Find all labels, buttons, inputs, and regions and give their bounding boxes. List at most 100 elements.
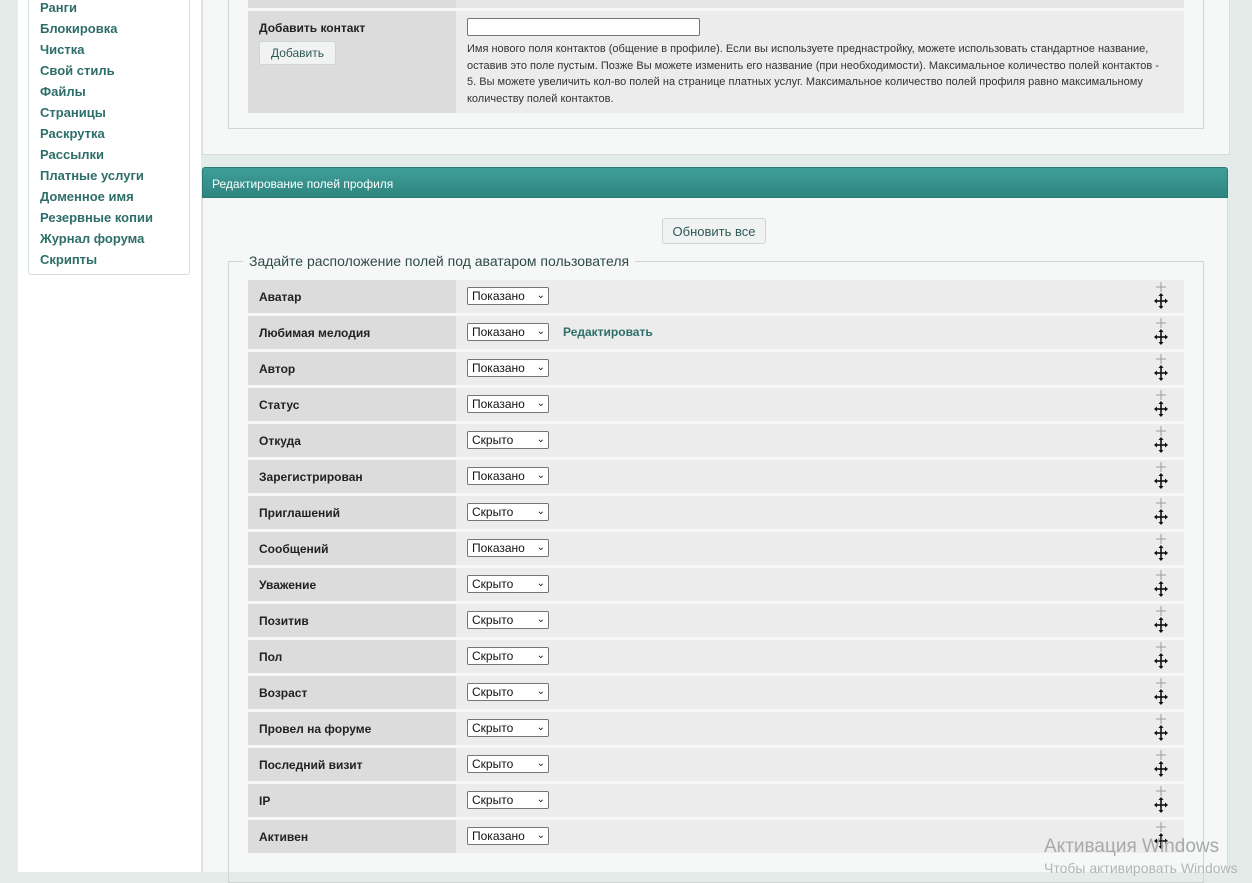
drag-handle-icon[interactable] [1154, 750, 1168, 778]
visibility-select-value: Скрыто [472, 649, 514, 663]
chevron-down-icon: ⌄ [536, 470, 545, 481]
drag-handle-icon[interactable] [1154, 426, 1168, 454]
visibility-select[interactable]: Скрыто ⌄ [467, 611, 549, 629]
profile-field-row: Возраст Скрыто ⌄ [248, 676, 1184, 709]
drag-handle-icon[interactable] [1154, 678, 1168, 706]
drag-handle-icon[interactable] [1154, 354, 1168, 382]
profile-field-label-cell: Приглашений [248, 496, 456, 529]
profile-field-row: Уважение Скрыто ⌄ [248, 568, 1184, 601]
sidebar-item[interactable]: Файлы [40, 84, 86, 99]
profile-field-name: Активен [259, 830, 309, 844]
sidebar-item[interactable]: Рассылки [40, 147, 104, 162]
visibility-select[interactable]: Скрыто ⌄ [467, 719, 549, 737]
profile-field-row: Провел на форуме Скрыто ⌄ [248, 712, 1184, 745]
visibility-select[interactable]: Показано ⌄ [467, 359, 549, 377]
profile-field-label-cell: Автор [248, 352, 456, 385]
visibility-select[interactable]: Скрыто ⌄ [467, 755, 549, 773]
profile-field-name: Откуда [259, 434, 301, 448]
profile-field-label-cell: Любимая мелодия [248, 316, 456, 349]
drag-handle-icon[interactable] [1154, 534, 1168, 562]
profile-field-label-cell: Откуда [248, 424, 456, 457]
sidebar-item[interactable]: Страницы [40, 105, 106, 120]
visibility-select[interactable]: Скрыто ⌄ [467, 431, 549, 449]
new-contact-input[interactable] [467, 18, 700, 36]
chevron-down-icon: ⌄ [536, 290, 545, 301]
drag-handle-icon[interactable] [1154, 390, 1168, 418]
drag-handle-icon[interactable] [1154, 714, 1168, 742]
profile-field-label-cell: Позитив [248, 604, 456, 637]
sidebar-item[interactable]: Скрипты [40, 252, 97, 267]
chevron-down-icon: ⌄ [536, 434, 545, 445]
visibility-select[interactable]: Показано ⌄ [467, 395, 549, 413]
drag-handle-icon[interactable] [1154, 498, 1168, 526]
chevron-down-icon: ⌄ [536, 578, 545, 589]
drag-handle-icon[interactable] [1154, 642, 1168, 670]
visibility-select-value: Скрыто [472, 577, 514, 591]
profile-field-name: Зарегистрирован [259, 470, 363, 484]
profile-field-name: Пол [259, 650, 283, 664]
profile-field-row: Позитив Скрыто ⌄ [248, 604, 1184, 637]
profile-field-label-cell: Провел на форуме [248, 712, 456, 745]
sidebar-item[interactable]: Свой стиль [40, 63, 115, 78]
profile-field-row: Статус Показано ⌄ [248, 388, 1184, 421]
visibility-select[interactable]: Показано ⌄ [467, 539, 549, 557]
profile-fields-fieldset: Задайте расположение полей под аватаром … [228, 253, 1204, 883]
profile-field-label-cell: Зарегистрирован [248, 460, 456, 493]
visibility-select[interactable]: Скрыто ⌄ [467, 683, 549, 701]
windows-activation-watermark: Активация Windows [1044, 836, 1220, 857]
sidebar-item[interactable]: Платные услуги [40, 168, 144, 183]
sidebar-item[interactable]: Чистка [40, 42, 84, 57]
update-all-button[interactable]: Обновить все [662, 218, 766, 244]
chevron-down-icon: ⌄ [536, 362, 545, 373]
drag-handle-icon[interactable] [1154, 570, 1168, 598]
contacts-fieldset: Добавить контакт Добавить Имя нового пол… [228, 0, 1204, 129]
visibility-select-value: Скрыто [472, 685, 514, 699]
profile-field-label-cell: Пол [248, 640, 456, 673]
visibility-select-value: Показано [472, 397, 525, 411]
profile-field-name: Приглашений [259, 506, 341, 520]
profile-field-row: Последний визит Скрыто ⌄ [248, 748, 1184, 781]
visibility-select[interactable]: Скрыто ⌄ [467, 647, 549, 665]
sidebar-item[interactable]: Журнал форума [40, 231, 144, 246]
profile-field-name: Возраст [259, 686, 308, 700]
drag-handle-icon[interactable] [1154, 282, 1168, 310]
profile-field-row: Приглашений Скрыто ⌄ [248, 496, 1184, 529]
profile-field-row: Аватар Показано ⌄ [248, 280, 1184, 313]
visibility-select-value: Показано [472, 289, 525, 303]
visibility-select[interactable]: Скрыто ⌄ [467, 575, 549, 593]
drag-handle-icon[interactable] [1154, 318, 1168, 346]
add-contact-button[interactable]: Добавить [259, 41, 336, 65]
visibility-select[interactable]: Показано ⌄ [467, 827, 549, 845]
sidebar-item[interactable]: Доменное имя [40, 189, 134, 204]
chevron-down-icon: ⌄ [536, 614, 545, 625]
visibility-select-value: Скрыто [472, 433, 514, 447]
sidebar-item[interactable]: Ранги [40, 0, 77, 15]
visibility-select[interactable]: Скрыто ⌄ [467, 503, 549, 521]
profile-field-label-cell: Статус [248, 388, 456, 421]
visibility-select[interactable]: Показано ⌄ [467, 323, 549, 341]
sidebar-item[interactable]: Резервные копии [40, 210, 153, 225]
profile-fields-header: Редактирование полей профиля [202, 167, 1228, 198]
drag-handle-icon[interactable] [1154, 462, 1168, 490]
chevron-down-icon: ⌄ [536, 398, 545, 409]
edit-field-link[interactable]: Редактировать [563, 325, 653, 339]
add-contact-row: Добавить контакт Добавить Имя нового пол… [248, 11, 1184, 113]
drag-handle-icon[interactable] [1154, 606, 1168, 634]
add-contact-label: Добавить контакт [259, 21, 366, 35]
visibility-select-value: Показано [472, 325, 525, 339]
visibility-select[interactable]: Скрыто ⌄ [467, 791, 549, 809]
profile-fields-title: Редактирование полей профиля [212, 177, 394, 191]
drag-handle-icon[interactable] [1154, 786, 1168, 814]
profile-field-row: Автор Показано ⌄ [248, 352, 1184, 385]
sidebar-item[interactable]: Блокировка [40, 21, 117, 36]
sidebar-item[interactable]: Раскрутка [40, 126, 105, 141]
add-contact-description: Имя нового поля контактов (общение в про… [467, 43, 1159, 105]
profile-field-label-cell: Активен [248, 820, 456, 853]
visibility-select[interactable]: Показано ⌄ [467, 467, 549, 485]
visibility-select-value: Показано [472, 469, 525, 483]
chevron-down-icon: ⌄ [536, 794, 545, 805]
visibility-select[interactable]: Показано ⌄ [467, 287, 549, 305]
visibility-select-value: Показано [472, 361, 525, 375]
visibility-select-value: Показано [472, 541, 525, 555]
chevron-down-icon: ⌄ [536, 326, 545, 337]
